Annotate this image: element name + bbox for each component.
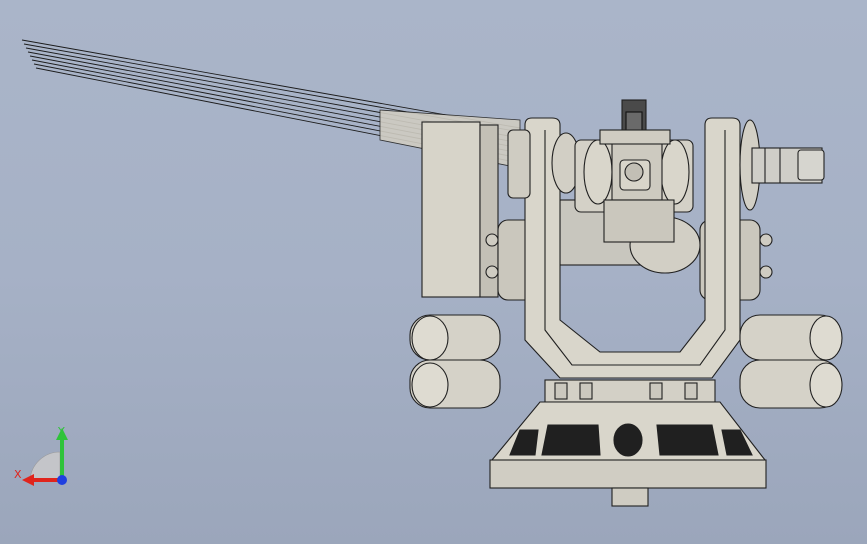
- left-bolt-lower[interactable]: [485, 265, 499, 279]
- triad-base-quadrant: [29, 451, 61, 481]
- base-foot-plate[interactable]: [489, 459, 767, 489]
- x-axis-arrow: [22, 474, 34, 486]
- y-axis-label: Y: [58, 425, 65, 438]
- robot-model-3d-view[interactable]: [0, 0, 867, 544]
- z-axis-dot: [57, 475, 67, 485]
- coordinate-triad[interactable]: [10, 420, 80, 495]
- right-bolt-lower[interactable]: [759, 265, 773, 279]
- left-pivot-hub[interactable]: [507, 129, 531, 199]
- controller-box[interactable]: [421, 121, 481, 298]
- x-axis-label: X: [14, 468, 22, 481]
- base-bottom-connector[interactable]: [611, 487, 649, 507]
- graphics-viewport[interactable]: X Y: [0, 0, 867, 544]
- left-bolt-upper[interactable]: [485, 233, 499, 247]
- right-bolt-upper[interactable]: [759, 233, 773, 247]
- side-motor[interactable]: [751, 147, 825, 184]
